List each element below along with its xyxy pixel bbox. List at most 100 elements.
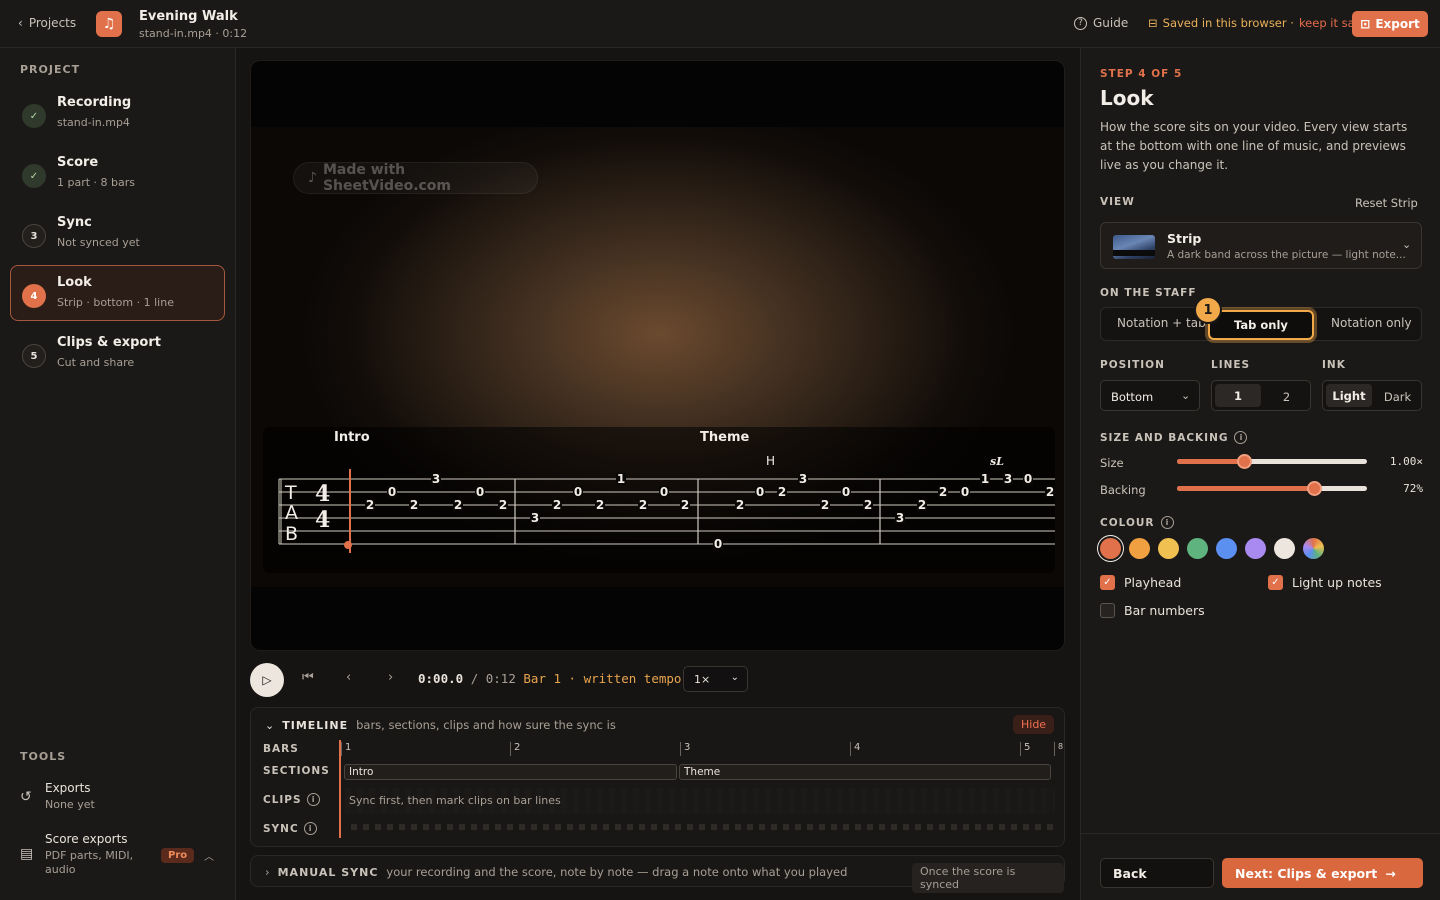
video-preview[interactable]: ♪ Made with SheetVideo.com Intro Theme H… bbox=[250, 60, 1065, 651]
step-score[interactable]: ✓ Score 1 part · 8 bars bbox=[10, 145, 225, 201]
export-button[interactable]: ⊡ Export bbox=[1352, 11, 1428, 37]
sync-status-chip: Once the score is synced bbox=[912, 863, 1064, 893]
bar-tick[interactable]: 8 bbox=[1054, 742, 1063, 756]
size-slider-handle[interactable] bbox=[1236, 454, 1252, 469]
step-look[interactable]: 4 Look Strip · bottom · 1 line bbox=[10, 265, 225, 321]
next-button[interactable]: Next: Clips & export → bbox=[1222, 858, 1423, 888]
tool-subtitle: None yet bbox=[45, 798, 95, 811]
step-title: Recording bbox=[57, 95, 132, 110]
next-bar-button[interactable]: › bbox=[388, 670, 393, 685]
colour-swatch-yellow[interactable] bbox=[1158, 538, 1179, 559]
light-up-notes-checkbox[interactable]: ✓ Light up notes bbox=[1268, 575, 1382, 590]
info-icon[interactable]: i bbox=[303, 822, 317, 835]
bar-tick[interactable]: 5 bbox=[1020, 742, 1030, 756]
colour-swatch-orange-red[interactable] bbox=[1100, 538, 1121, 559]
reset-strip-button[interactable]: Reset Strip bbox=[1355, 196, 1418, 210]
tab-note: 0 bbox=[961, 485, 969, 499]
time-sig-top: 4 bbox=[315, 481, 330, 507]
bar-numbers-checkbox[interactable]: Bar numbers bbox=[1100, 603, 1205, 618]
project-heading: PROJECT bbox=[20, 63, 81, 76]
history-icon: ↺ bbox=[20, 789, 32, 805]
staff-mode-toggle: Notation + tab Tab only Notation only bbox=[1100, 307, 1422, 341]
size-slider[interactable] bbox=[1177, 454, 1367, 469]
tab-staff: Intro Theme H sL T A B 4 4 2023202320212… bbox=[278, 430, 1055, 553]
tab-note: 1 bbox=[981, 472, 989, 486]
option-notation-only[interactable]: Notation only bbox=[1331, 316, 1412, 330]
colour-swatch-orange[interactable] bbox=[1129, 538, 1150, 559]
step-indicator: STEP 4 OF 5 bbox=[1100, 68, 1183, 80]
play-icon: ▷ bbox=[262, 673, 272, 687]
timeline-section-theme[interactable]: Theme bbox=[679, 764, 1051, 780]
step-subtitle: 1 part · 8 bars bbox=[57, 176, 136, 189]
bar-info: Bar 1 · written tempo bbox=[523, 671, 682, 686]
view-thumbnail bbox=[1113, 235, 1155, 259]
playhead-checkbox[interactable]: ✓ Playhead bbox=[1100, 575, 1181, 590]
play-button[interactable]: ▷ bbox=[250, 663, 284, 697]
step-number: 3 bbox=[22, 224, 46, 248]
prev-bar-button[interactable]: ‹ bbox=[346, 670, 351, 685]
step-clips-export[interactable]: 5 Clips & export Cut and share bbox=[10, 325, 225, 381]
colour-swatch-purple[interactable] bbox=[1245, 538, 1266, 559]
colour-label: COLOUR i bbox=[1100, 516, 1174, 529]
backing-label: Backing bbox=[1100, 483, 1146, 497]
back-button[interactable]: Back bbox=[1100, 858, 1214, 888]
music-note-icon: ♫ bbox=[96, 11, 122, 37]
row-label-clips: CLIPS i bbox=[263, 793, 320, 806]
step-recording[interactable]: ✓ Recording stand-in.mp4 bbox=[10, 85, 225, 141]
bar-tick[interactable]: 3 bbox=[680, 742, 690, 756]
colour-swatch-custom[interactable] bbox=[1303, 538, 1324, 559]
colour-swatch-green[interactable] bbox=[1187, 538, 1208, 559]
tab-note: 2 bbox=[736, 498, 744, 512]
info-icon[interactable]: i bbox=[306, 793, 320, 806]
tool-exports[interactable]: ↺ Exports None yet bbox=[18, 781, 218, 815]
info-icon[interactable]: i bbox=[1160, 516, 1174, 529]
colour-swatch-white[interactable] bbox=[1274, 538, 1295, 559]
position-select[interactable]: Bottom ⌄ bbox=[1100, 380, 1200, 411]
guide-link[interactable]: ? Guide bbox=[1074, 16, 1128, 30]
bar-tick[interactable]: 4 bbox=[850, 742, 860, 756]
chevron-down-icon: ⌄ bbox=[265, 718, 275, 732]
tool-score-exports[interactable]: ▤ Score exports PDF parts, MIDI, audio P… bbox=[18, 832, 218, 880]
backing-slider[interactable] bbox=[1177, 481, 1367, 496]
info-icon[interactable]: i bbox=[1234, 431, 1248, 444]
timeline-header[interactable]: ⌄ TIMELINE bars, sections, clips and how… bbox=[265, 718, 616, 732]
back-to-projects[interactable]: ‹ Projects bbox=[18, 16, 76, 30]
pro-badge: Pro bbox=[161, 848, 195, 863]
bar-tick[interactable]: 2 bbox=[510, 742, 520, 756]
chevron-left-icon: ‹ bbox=[346, 670, 352, 685]
tab-note: 2 bbox=[864, 498, 872, 512]
tab-note: 0 bbox=[842, 485, 850, 499]
tab-note: 2 bbox=[499, 498, 507, 512]
ink-toggle: Light Dark bbox=[1322, 380, 1422, 411]
bar-tick[interactable]: 1 bbox=[341, 742, 351, 756]
tab-notes: 202320232021202020 23202322 01 3 02 bbox=[365, 472, 1055, 551]
row-label-bars: BARS bbox=[263, 743, 299, 755]
manual-sync-panel[interactable]: › MANUAL SYNC your recording and the sco… bbox=[250, 855, 1065, 893]
timeline-section-intro[interactable]: Intro bbox=[344, 764, 677, 780]
tool-title: Score exports bbox=[45, 832, 128, 846]
step-sync[interactable]: 3 Sync Not synced yet bbox=[10, 205, 225, 261]
size-value: 1.00× bbox=[1389, 455, 1423, 468]
tab-note: 2 bbox=[553, 498, 561, 512]
playback-speed-select[interactable]: 1× ⌄ bbox=[683, 666, 748, 692]
row-label-sections: SECTIONS bbox=[263, 765, 330, 777]
hide-timeline-button[interactable]: Hide bbox=[1013, 715, 1055, 734]
manual-sync-header[interactable]: › MANUAL SYNC your recording and the sco… bbox=[265, 865, 847, 879]
tab-note: 1 bbox=[617, 472, 625, 486]
colour-swatch-blue[interactable] bbox=[1216, 538, 1237, 559]
ink-option-light[interactable]: Light bbox=[1326, 384, 1372, 407]
tab-note: 0 bbox=[714, 537, 722, 551]
backing-slider-handle[interactable] bbox=[1306, 481, 1322, 496]
tab-note: 2 bbox=[454, 498, 462, 512]
tab-letter-b: B bbox=[285, 523, 298, 545]
lines-option-2[interactable]: 2 bbox=[1264, 385, 1309, 408]
timeline-playhead[interactable] bbox=[339, 740, 341, 838]
option-tab-only[interactable]: Tab only bbox=[1208, 310, 1314, 340]
ink-option-dark[interactable]: Dark bbox=[1375, 385, 1420, 408]
view-select[interactable]: Strip A dark band across the picture — l… bbox=[1100, 222, 1422, 269]
tab-note: 3 bbox=[799, 472, 807, 486]
chevron-up-icon[interactable]: ︿ bbox=[204, 848, 214, 863]
skip-start-button[interactable]: ⏮ bbox=[302, 670, 314, 685]
option-notation-tab[interactable]: Notation + tab bbox=[1117, 316, 1206, 330]
lines-option-1[interactable]: 1 bbox=[1215, 384, 1261, 407]
